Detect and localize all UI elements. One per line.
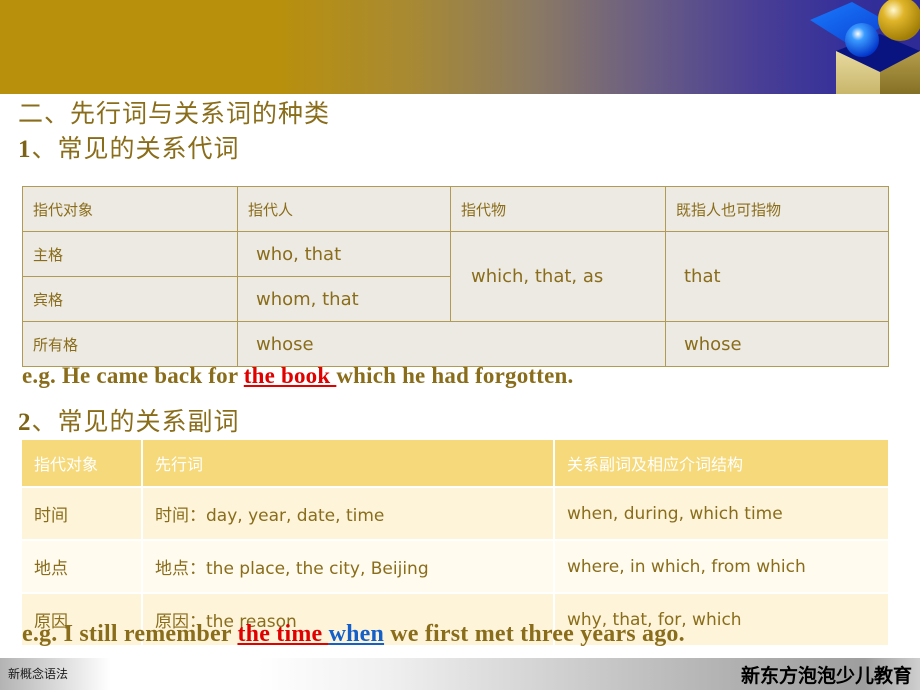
slide-banner bbox=[0, 0, 920, 94]
example-sentence-1: e.g. He came back for the book which he … bbox=[22, 363, 574, 389]
section-2-number: 2 bbox=[18, 409, 32, 436]
cell-both-merged: that bbox=[665, 231, 889, 322]
table-header-row: 指代对象 指代人 指代物 既指人也可指物 bbox=[22, 186, 889, 232]
cell-adverbs-place: where, in which, from which bbox=[554, 540, 888, 594]
table-header-row: 指代对象 先行词 关系副词及相应介词结构 bbox=[22, 440, 888, 488]
slide-footer: 新概念语法 新东方泡泡少儿教育 bbox=[0, 658, 920, 690]
row-label-objective: 宾格 bbox=[22, 276, 238, 322]
section-2-title: 2、常见的关系副词 bbox=[18, 402, 240, 438]
example-2-suffix: we first met three years ago. bbox=[384, 621, 685, 647]
cell-person-possessive: whose bbox=[237, 321, 666, 367]
example-1-suffix: which he had forgotten. bbox=[336, 363, 574, 388]
cell-antecedent-place: 地点：the place, the city, Beijing bbox=[142, 540, 555, 594]
open-box-with-spheres-logo bbox=[810, 0, 920, 94]
table-row: 所有格 whose whose bbox=[22, 321, 889, 367]
cell-subject-time: 时间 bbox=[22, 487, 143, 541]
example-2-prefix: e.g. I still remember bbox=[22, 621, 238, 647]
column-header-subject: 指代对象 bbox=[22, 186, 238, 232]
relative-adverbs-table: 指代对象 先行词 关系副词及相应介词结构 时间 时间：day, year, da… bbox=[22, 440, 888, 647]
column-header-person: 指代人 bbox=[237, 186, 451, 232]
table-row: 时间 时间：day, year, date, time when, during… bbox=[22, 487, 888, 541]
column-header-both: 既指人也可指物 bbox=[665, 186, 889, 232]
slide-headings: 二、先行词与关系词的种类 1、常见的关系代词 bbox=[18, 100, 778, 166]
section-2-label: 、常见的关系副词 bbox=[31, 409, 240, 436]
cell-thing-merged: which, that, as bbox=[450, 231, 666, 322]
column-header-antecedent: 先行词 bbox=[142, 440, 555, 488]
cell-person-objective: whom, that bbox=[237, 276, 451, 322]
example-2-highlight-red: the time bbox=[237, 621, 329, 647]
table-row: 主格 who, that which, that, as that bbox=[22, 231, 889, 322]
section-1-number: 1 bbox=[18, 136, 32, 163]
relative-pronouns-table: 指代对象 指代人 指代物 既指人也可指物 主格 who, that which,… bbox=[22, 186, 889, 367]
section-1-title: 1、常见的关系代词 bbox=[18, 134, 778, 166]
cell-antecedent-time: 时间：day, year, date, time bbox=[142, 487, 555, 541]
example-1-highlight: the book bbox=[243, 363, 337, 388]
column-header-subject: 指代对象 bbox=[22, 440, 143, 488]
section-1-label: 、常见的关系代词 bbox=[31, 136, 240, 163]
row-label-subjective: 主格 bbox=[22, 231, 238, 277]
column-header-thing: 指代物 bbox=[450, 186, 666, 232]
cell-both-possessive: whose bbox=[665, 321, 889, 367]
cell-person-subjective: who, that bbox=[237, 231, 451, 277]
footer-course-label: 新概念语法 bbox=[8, 667, 69, 681]
example-2-highlight-blue: when bbox=[328, 621, 385, 647]
example-sentence-2: e.g. I still remember the time when we f… bbox=[22, 621, 685, 648]
column-header-adverbs: 关系副词及相应介词结构 bbox=[554, 440, 888, 488]
cell-adverbs-time: when, during, which time bbox=[554, 487, 888, 541]
table-row: 地点 地点：the place, the city, Beijing where… bbox=[22, 540, 888, 594]
page-title: 二、先行词与关系词的种类 bbox=[18, 101, 331, 128]
row-label-possessive: 所有格 bbox=[22, 321, 238, 367]
cell-subject-place: 地点 bbox=[22, 540, 143, 594]
footer-brand-label: 新东方泡泡少儿教育 bbox=[740, 665, 912, 687]
example-1-prefix: e.g. He came back for bbox=[22, 363, 244, 388]
